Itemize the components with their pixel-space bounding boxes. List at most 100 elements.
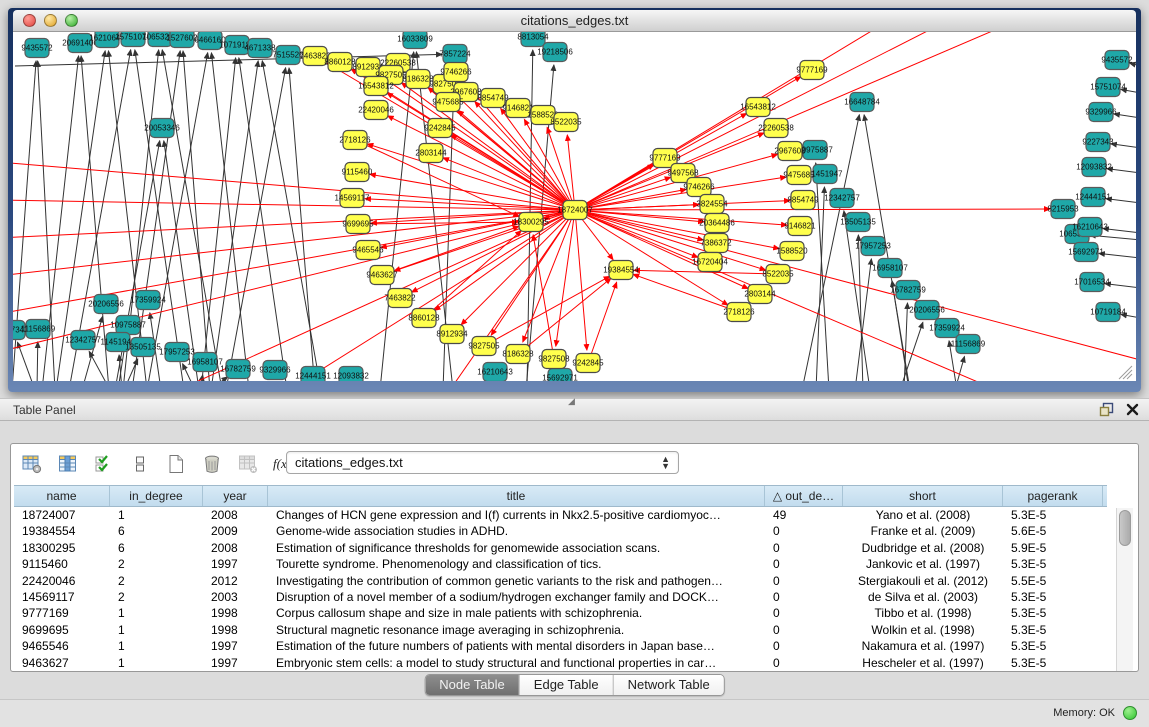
graph-node[interactable]: 15751074: [1090, 78, 1126, 97]
table-mode-button[interactable]: [19, 451, 45, 477]
graph-node[interactable]: 9146821: [502, 99, 534, 118]
graph-node[interactable]: 9465546: [352, 241, 384, 260]
graph-node[interactable]: 10975887: [797, 141, 833, 160]
window-titlebar[interactable]: citations_edges.txt: [13, 10, 1136, 32]
graph-node[interactable]: 20206556: [909, 301, 945, 320]
graph-node[interactable]: 8186328: [502, 345, 534, 364]
graph-node[interactable]: 12444151: [295, 367, 331, 382]
table-row[interactable]: 1872400712008Changes of HCN gene express…: [14, 507, 1107, 523]
graph-node[interactable]: 3824554: [696, 195, 728, 214]
table-row[interactable]: 969969511998Structural magnetic resonanc…: [14, 622, 1107, 638]
graph-node[interactable]: 16648784: [844, 93, 880, 112]
graph-node[interactable]: 9746266: [440, 63, 472, 82]
column-header-out_de[interactable]: △ out_de…: [765, 486, 843, 506]
close-panel-icon[interactable]: [1126, 403, 1139, 416]
graph-node[interactable]: 10719184: [1090, 303, 1126, 322]
graph-node[interactable]: 20364486: [699, 214, 735, 233]
table-row[interactable]: 946554611997Estimation of the future num…: [14, 638, 1107, 654]
table-row[interactable]: 946362711997Embryonic stem cells: a mode…: [14, 655, 1107, 671]
graph-node[interactable]: 16958107: [872, 259, 908, 278]
column-header-title[interactable]: title: [268, 486, 765, 506]
column-header-year[interactable]: year: [203, 486, 268, 506]
graph-node[interactable]: 9475685: [783, 166, 815, 185]
float-panel-icon[interactable]: [1099, 402, 1114, 417]
graph-node[interactable]: 17957253: [159, 343, 195, 362]
graph-node[interactable]: 16782759: [890, 281, 926, 300]
graph-node[interactable]: 9146821: [784, 217, 816, 236]
graph-node[interactable]: 4671338: [244, 39, 276, 58]
show-columns-button[interactable]: [55, 451, 81, 477]
graph-node[interactable]: 8860128: [408, 309, 440, 328]
column-header-short[interactable]: short: [843, 486, 1003, 506]
graph-node[interactable]: 9242845: [572, 354, 604, 373]
graph-node[interactable]: 16210643: [477, 363, 513, 382]
graph-node[interactable]: 8854749: [787, 191, 819, 210]
tab-node-table[interactable]: Node Table: [425, 675, 520, 695]
graph-node[interactable]: 1527602: [166, 32, 198, 48]
graph-node[interactable]: 9329966: [1085, 103, 1117, 122]
graph-node[interactable]: 17016534: [1074, 273, 1110, 292]
graph-node[interactable]: 12093832: [333, 367, 369, 382]
table-row[interactable]: 1830029562008Estimation of significance …: [14, 540, 1107, 556]
graph-node[interactable]: 8522035: [550, 113, 582, 132]
create-column-button[interactable]: [163, 451, 189, 477]
graph-node[interactable]: 9115460: [342, 163, 373, 182]
graph-node[interactable]: 20691406: [62, 34, 98, 53]
table-scrollbar-thumb[interactable]: [1119, 510, 1131, 546]
graph-node[interactable]: 9746266: [683, 178, 715, 197]
graph-node[interactable]: 9227343: [1082, 133, 1114, 152]
graph-node[interactable]: 2718126: [339, 131, 371, 150]
graph-node[interactable]: 8186328: [402, 70, 434, 89]
graph-node[interactable]: 8854749: [477, 89, 509, 108]
graph-node[interactable]: 15692971: [542, 369, 578, 382]
graph-node[interactable]: 11156869: [951, 335, 986, 354]
table-select-dropdown[interactable]: citations_edges.txt ▲▼: [286, 451, 679, 474]
graph-node[interactable]: 8215953: [1047, 200, 1079, 219]
graph-node[interactable]: 7463822: [384, 289, 416, 308]
table-row[interactable]: 1938455462009Genome-wide association stu…: [14, 523, 1107, 539]
column-header-name[interactable]: name: [14, 486, 110, 506]
graph-node[interactable]: 13505135: [840, 213, 876, 232]
table-row[interactable]: 977716911998Corpus callosum shape and si…: [14, 605, 1107, 621]
graph-node[interactable]: 14569117: [335, 189, 371, 208]
memory-ok-indicator-icon[interactable]: [1123, 706, 1137, 720]
graph-node[interactable]: 8522035: [762, 265, 794, 284]
table-row[interactable]: 1456911722003Disruption of a novel membe…: [14, 589, 1107, 605]
graph-node[interactable]: 16033809: [397, 32, 433, 49]
column-header-in_degree[interactable]: in_degree: [110, 486, 203, 506]
graph-node[interactable]: 12342757: [824, 189, 860, 208]
graph-node[interactable]: 12444151: [1075, 188, 1111, 207]
graph-node[interactable]: 22260538: [758, 119, 794, 138]
minimize-window-button[interactable]: [44, 14, 57, 27]
graph-node[interactable]: 1588520: [776, 242, 808, 261]
network-canvas[interactable]: 9435572206914061621064315751074106532871…: [13, 32, 1136, 381]
graph-node[interactable]: 7386372: [700, 234, 732, 253]
graph-node[interactable]: 16720404: [692, 253, 728, 272]
table-scrollbar[interactable]: [1116, 508, 1133, 671]
delete-table-button[interactable]: [235, 451, 261, 477]
table-row[interactable]: 911546021997Tourette syndrome. Phenomeno…: [14, 556, 1107, 572]
graph-node[interactable]: 15751074: [115, 32, 151, 47]
graph-node[interactable]: 9699695: [342, 215, 374, 234]
graph-node[interactable]: 9475685: [432, 93, 464, 112]
graph-node[interactable]: 12093832: [1076, 158, 1112, 177]
graph-node[interactable]: 15692971: [1068, 243, 1104, 262]
close-window-button[interactable]: [23, 14, 36, 27]
graph-node[interactable]: 9777169: [796, 61, 828, 80]
graph-node[interactable]: 2718126: [723, 303, 755, 322]
graph-node[interactable]: 8860128: [324, 53, 356, 72]
graph-node[interactable]: 16210643: [89, 32, 125, 48]
tab-network-table[interactable]: Network Table: [614, 675, 724, 695]
graph-node[interactable]: 9463627: [366, 266, 398, 285]
graph-node[interactable]: 7515526: [272, 46, 304, 65]
zoom-window-button[interactable]: [65, 14, 78, 27]
tab-edge-table[interactable]: Edge Table: [520, 675, 614, 695]
column-header-pagerank[interactable]: pagerank: [1003, 486, 1103, 506]
graph-node[interactable]: 6466160: [194, 32, 226, 50]
graph-node[interactable]: 9827505: [468, 337, 500, 356]
graph-node[interactable]: 2803144: [744, 285, 776, 304]
graph-node[interactable]: 9242845: [424, 119, 456, 138]
table-row[interactable]: 2242004622012Investigating the contribut…: [14, 573, 1107, 589]
graph-node[interactable]: 8912934: [436, 325, 468, 344]
selection-mode-button[interactable]: [91, 451, 117, 477]
